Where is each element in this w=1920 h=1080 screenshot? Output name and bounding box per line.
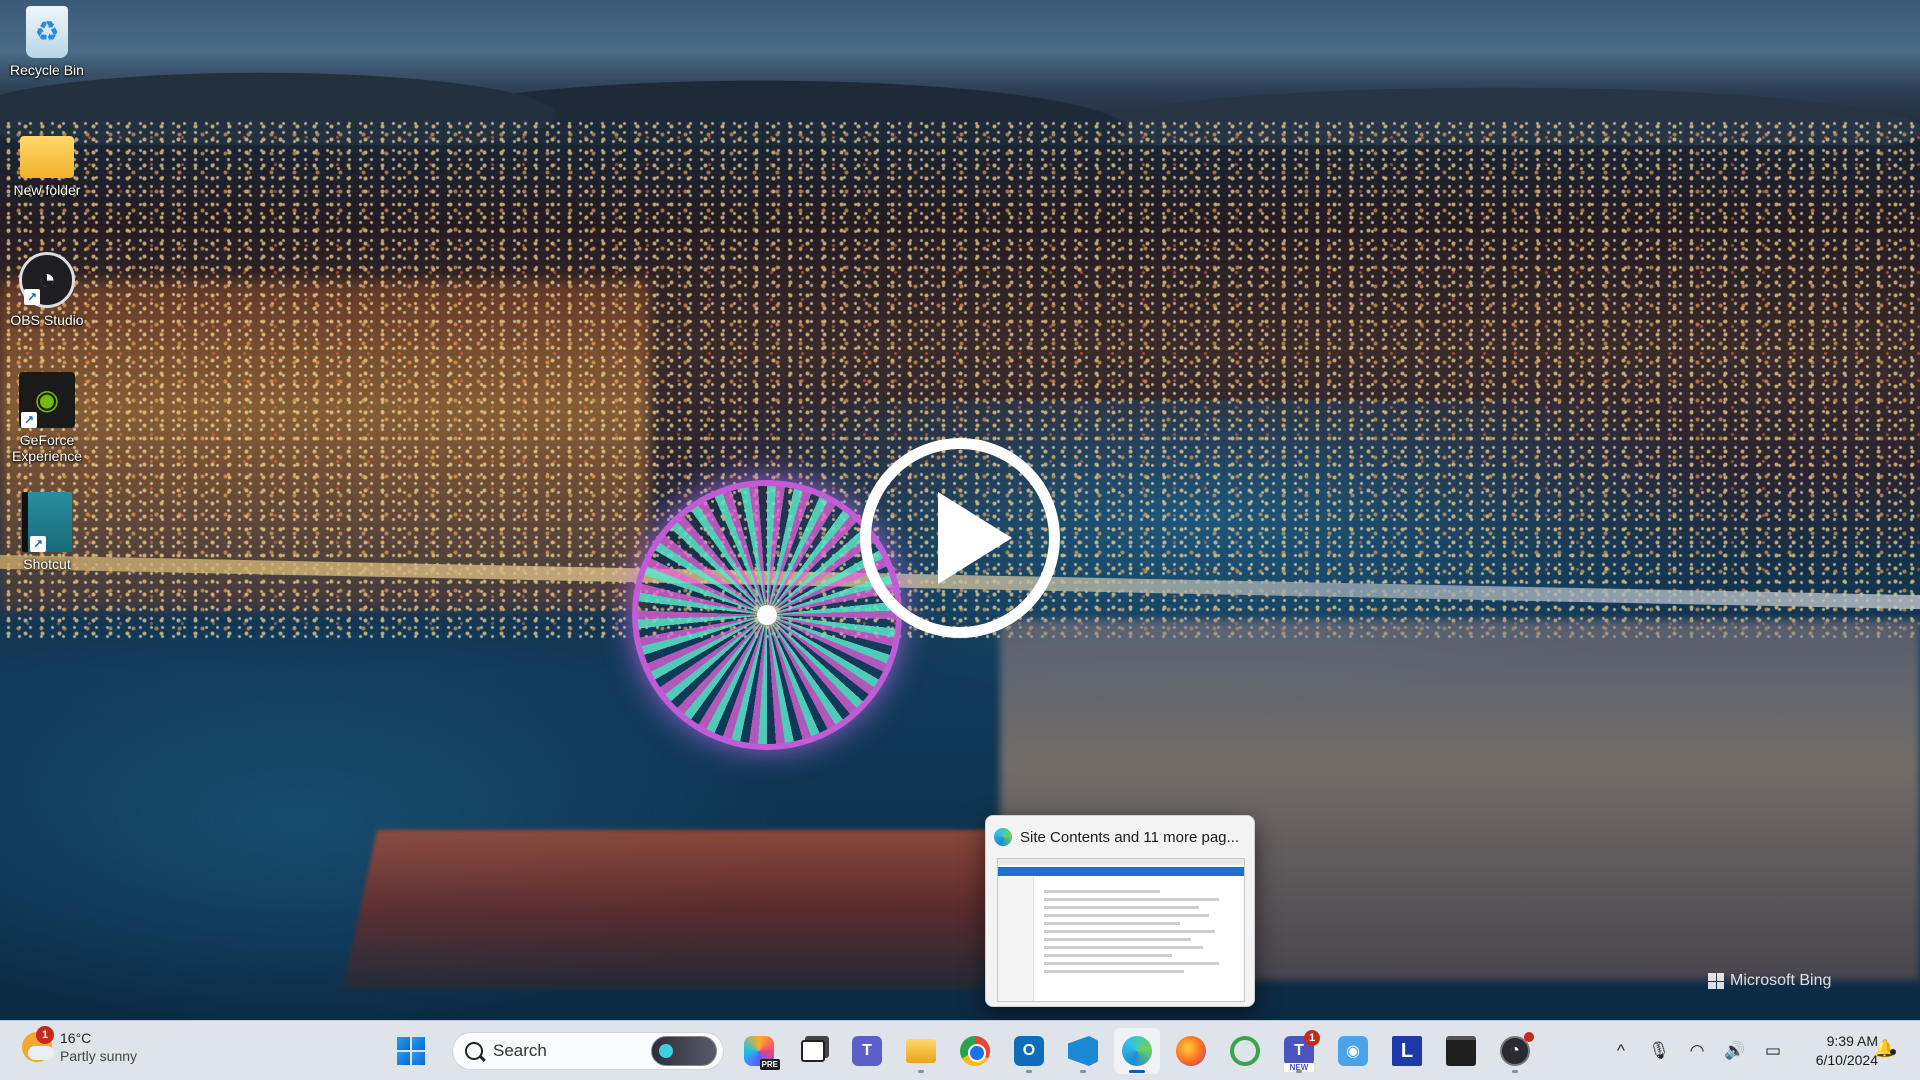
weather-temperature: 16°C	[60, 1030, 92, 1046]
preview-title-bar: Site Contents and 11 more pag...	[994, 826, 1246, 848]
q-app-icon	[1230, 1036, 1260, 1066]
microsoft-bing-watermark: Microsoft Bing	[1708, 972, 1831, 990]
taskbar-obs[interactable]: ◔	[1492, 1028, 1538, 1074]
desktop-icon-label: GeForce Experience	[11, 432, 83, 464]
taskbar-q-app[interactable]	[1222, 1028, 1268, 1074]
search-highlight-icon	[651, 1036, 717, 1066]
terminal-icon	[1446, 1036, 1476, 1066]
file-explorer-icon	[906, 1039, 936, 1063]
play-icon[interactable]	[860, 438, 1060, 638]
l-app-icon: L	[1392, 1036, 1422, 1066]
taskbar-file-explorer[interactable]	[898, 1028, 944, 1074]
shotcut-icon: ↗	[22, 492, 72, 552]
microphone-icon[interactable]: 🎙	[1648, 1040, 1670, 1062]
partly-sunny-icon: 1	[22, 1026, 54, 1062]
taskbar-clock[interactable]: 9:39 AM 6/10/2024	[1788, 1032, 1878, 1070]
recycle-bin-icon: ♻	[26, 6, 68, 58]
edge-icon	[994, 828, 1012, 846]
taskbar-l-app[interactable]: L	[1384, 1028, 1430, 1074]
wallpaper-ferris-hub	[757, 605, 777, 625]
search-input[interactable]: Search	[452, 1032, 724, 1070]
copilot-pre-icon: PRE	[744, 1036, 780, 1070]
obs-studio-icon: ◔ ↗	[19, 252, 75, 308]
wifi-icon[interactable]: ◠	[1686, 1040, 1708, 1062]
microsoft-logo-icon	[1708, 973, 1724, 989]
teams-new-badge: 1	[1304, 1030, 1320, 1046]
battery-icon[interactable]: ▭	[1762, 1040, 1784, 1062]
taskbar-teams[interactable]: T	[844, 1028, 890, 1074]
teams-icon: T	[852, 1036, 882, 1066]
search-placeholder: Search	[493, 1041, 547, 1060]
desktop-icon-new-folder[interactable]: New folder	[4, 128, 90, 198]
taskbar-outlook[interactable]: O	[1006, 1028, 1052, 1074]
desktop-icon-label: Recycle Bin	[10, 62, 84, 78]
bing-watermark-label: Microsoft Bing	[1730, 972, 1832, 989]
vscode-icon	[1068, 1036, 1098, 1066]
taskbar-task-view[interactable]	[790, 1028, 836, 1074]
bell-icon[interactable]: 🔔	[1874, 1039, 1896, 1061]
taskbar: 1 16°C Partly sunny Search PRE T O T NEW…	[0, 1020, 1920, 1080]
taskbar-firefox[interactable]	[1168, 1028, 1214, 1074]
camera-icon: ◉	[1338, 1036, 1368, 1066]
desktop-icon-obs-studio[interactable]: ◔ ↗ OBS Studio	[4, 252, 90, 328]
desktop-icon-label: Shotcut	[23, 556, 71, 572]
start-button[interactable]	[388, 1028, 434, 1074]
weather-widget[interactable]: 1 16°C Partly sunny	[22, 1026, 138, 1065]
obs-notification-dot	[1524, 1032, 1534, 1042]
edge-icon	[1122, 1036, 1152, 1066]
clock-date: 6/10/2024	[1815, 1052, 1878, 1068]
windows-start-icon	[397, 1037, 425, 1065]
firefox-icon	[1176, 1036, 1206, 1066]
desktop-icon-label: New folder	[13, 182, 81, 198]
taskbar-vscode[interactable]	[1060, 1028, 1106, 1074]
preview-thumbnail[interactable]	[997, 858, 1245, 1002]
preview-title: Site Contents and 11 more pag...	[1020, 828, 1240, 846]
taskbar-apps: Search PRE T O T NEW 1 ◉ L ◔	[384, 1021, 1542, 1080]
nvidia-geforce-icon: ◉ ↗	[19, 372, 75, 428]
taskbar-camera[interactable]: ◉	[1330, 1028, 1376, 1074]
outlook-icon: O	[1014, 1036, 1044, 1066]
play-triangle	[938, 492, 1012, 584]
desktop-icon-recycle-bin[interactable]: ♻ Recycle Bin	[4, 6, 90, 78]
chrome-icon	[960, 1036, 990, 1066]
volume-icon[interactable]: 🔊	[1724, 1040, 1746, 1062]
search-icon	[465, 1042, 483, 1060]
system-tray: ^ 🎙 ◠ 🔊 ▭	[1610, 1021, 1784, 1080]
show-hidden-icons-chevron-icon[interactable]: ^	[1610, 1040, 1632, 1062]
taskbar-edge[interactable]	[1114, 1028, 1160, 1074]
task-view-icon	[801, 1040, 825, 1062]
clock-time: 9:39 AM	[1826, 1033, 1878, 1049]
taskbar-teams-new[interactable]: T NEW 1	[1276, 1028, 1322, 1074]
desktop-icon-label: OBS Studio	[10, 312, 84, 328]
weather-condition: Partly sunny	[60, 1048, 138, 1064]
weather-badge: 1	[36, 1026, 54, 1044]
taskbar-copilot[interactable]: PRE	[736, 1028, 782, 1074]
desktop-icon-shotcut[interactable]: ↗ Shotcut	[4, 492, 90, 572]
edge-window-preview[interactable]: Site Contents and 11 more pag...	[985, 815, 1255, 1007]
taskbar-chrome[interactable]	[952, 1028, 998, 1074]
desktop-icon-geforce-experience[interactable]: ◉ ↗ GeForce Experience	[4, 372, 90, 464]
folder-icon	[20, 136, 74, 178]
taskbar-terminal[interactable]	[1438, 1028, 1484, 1074]
wallpaper-pier	[342, 830, 1018, 990]
